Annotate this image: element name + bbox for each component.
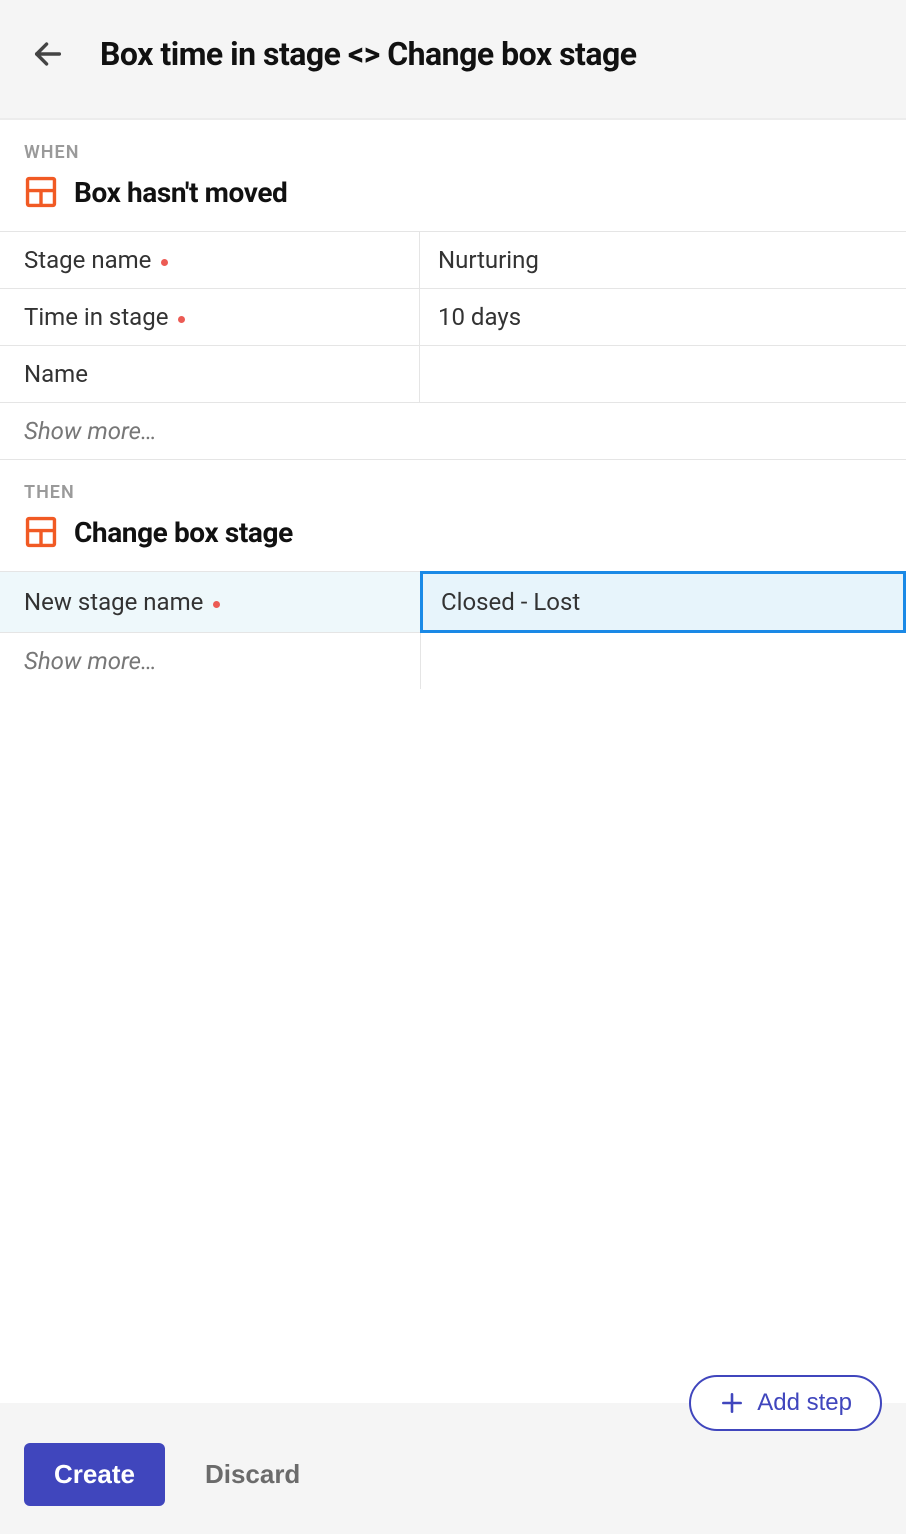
arrow-left-icon	[31, 37, 65, 71]
then-label: THEN	[24, 482, 882, 503]
when-section: WHEN Box hasn't moved Stage name Nurturi…	[0, 120, 906, 460]
divider	[420, 633, 421, 689]
field-label: Stage name	[0, 232, 420, 288]
when-fields: Stage name Nurturing Time in stage 10 da…	[0, 232, 906, 460]
field-value[interactable]	[420, 346, 906, 402]
then-section-head: THEN	[0, 460, 906, 507]
box-icon	[24, 175, 58, 209]
field-label: New stage name	[0, 572, 420, 632]
field-row-new-stage-name[interactable]: New stage name Closed - Lost	[0, 572, 906, 633]
add-step-wrap: Add step	[0, 1375, 906, 1431]
when-label: WHEN	[24, 142, 882, 163]
show-more-label: Show more…	[24, 647, 420, 675]
field-row-name[interactable]: Name	[0, 346, 906, 403]
add-step-button[interactable]: Add step	[689, 1375, 882, 1431]
then-section: THEN Change box stage New stage name Clo…	[0, 460, 906, 689]
back-button[interactable]	[24, 30, 72, 78]
field-label: Time in stage	[0, 289, 420, 345]
field-value[interactable]: 10 days	[420, 289, 906, 345]
plus-icon	[719, 1390, 745, 1416]
field-label-text: Time in stage	[24, 303, 168, 331]
when-title: Box hasn't moved	[74, 176, 287, 209]
then-title: Change box stage	[74, 516, 293, 549]
show-more-label: Show more…	[24, 417, 157, 445]
field-row-stage-name[interactable]: Stage name Nurturing	[0, 232, 906, 289]
required-dot-icon	[161, 259, 168, 266]
when-title-row[interactable]: Box hasn't moved	[0, 167, 906, 232]
then-show-more[interactable]: Show more…	[0, 633, 906, 689]
create-button[interactable]: Create	[24, 1443, 165, 1506]
then-fields: New stage name Closed - Lost Show more…	[0, 572, 906, 689]
required-dot-icon	[178, 316, 185, 323]
when-section-head: WHEN	[0, 120, 906, 167]
field-label-text: New stage name	[24, 588, 203, 616]
discard-button[interactable]: Discard	[205, 1459, 300, 1490]
header: Box time in stage <> Change box stage	[0, 0, 906, 120]
when-show-more[interactable]: Show more…	[0, 403, 906, 460]
field-label-text: Stage name	[24, 246, 151, 274]
add-step-label: Add step	[757, 1389, 852, 1417]
field-label: Name	[0, 346, 420, 402]
field-label-text: Name	[24, 360, 88, 388]
box-icon	[24, 515, 58, 549]
required-dot-icon	[213, 601, 220, 608]
field-row-time-in-stage[interactable]: Time in stage 10 days	[0, 289, 906, 346]
page-title: Box time in stage <> Change box stage	[100, 35, 637, 73]
spacer	[0, 689, 906, 1375]
field-value[interactable]: Nurturing	[420, 232, 906, 288]
then-title-row[interactable]: Change box stage	[0, 507, 906, 572]
field-value[interactable]: Closed - Lost	[420, 571, 906, 633]
